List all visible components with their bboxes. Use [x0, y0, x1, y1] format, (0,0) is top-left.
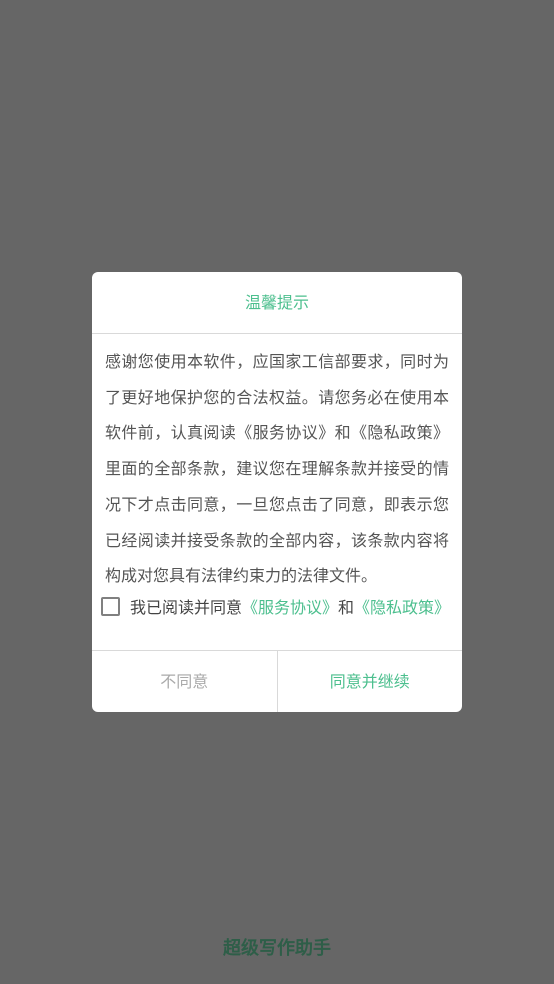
agree-continue-button[interactable]: 同意并继续	[278, 651, 463, 712]
dialog-footer: 不同意 同意并继续	[92, 650, 462, 712]
app-name: 超级写作助手	[223, 938, 331, 959]
dialog-body-text: 感谢您使用本软件，应国家工信部要求，同时为了更好地保护您的合法权益。请您务必在使…	[105, 352, 449, 586]
service-agreement-link[interactable]: 《服务协议》	[242, 594, 338, 618]
disagree-button[interactable]: 不同意	[92, 651, 278, 712]
agree-checkbox[interactable]	[101, 596, 120, 616]
and-text: 和	[338, 598, 355, 617]
agree-label: 我已阅读并同意	[130, 598, 243, 617]
dialog-title: 温馨提示	[92, 272, 462, 334]
privacy-policy-link[interactable]: 《隐私政策》	[354, 594, 450, 618]
privacy-dialog: 温馨提示 感谢您使用本软件，应国家工信部要求，同时为了更好地保护您的合法权益。请…	[92, 272, 462, 712]
